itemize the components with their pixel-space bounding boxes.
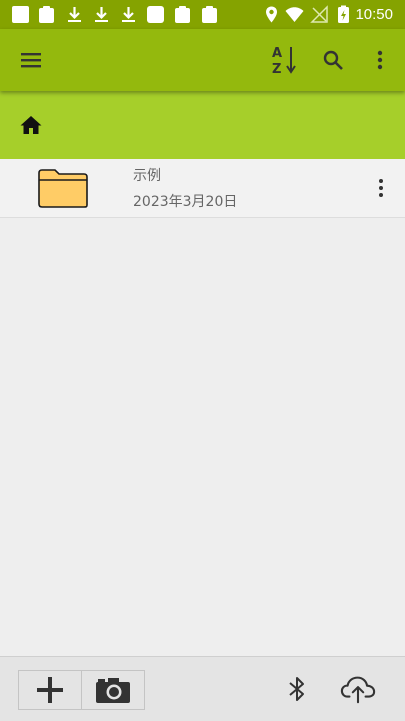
bluetooth-icon — [289, 677, 304, 701]
action-group — [18, 670, 145, 710]
notification-icon — [147, 6, 164, 23]
clipboard-icon — [175, 6, 190, 23]
plus-icon — [37, 677, 63, 703]
sort-letter-z: Z — [272, 62, 281, 76]
list-item-folder[interactable]: 示例 2023年3月20日 — [0, 159, 405, 218]
add-button[interactable] — [19, 671, 81, 709]
bottom-bar — [0, 656, 405, 721]
sort-az-icon: A Z — [272, 46, 296, 76]
battery-charging-icon — [338, 5, 349, 23]
search-icon — [323, 50, 343, 70]
more-vertical-icon — [377, 50, 383, 70]
download-icon — [68, 7, 81, 22]
status-time: 10:50 — [355, 6, 393, 23]
sort-button[interactable]: A Z — [264, 40, 304, 80]
breadcrumb — [0, 91, 405, 159]
camera-button[interactable] — [81, 671, 144, 709]
bluetooth-button[interactable] — [279, 671, 315, 707]
clipboard-icon — [202, 6, 217, 23]
no-sim-icon — [310, 5, 328, 23]
folder-name: 示例 — [133, 168, 161, 184]
cloud-upload-button[interactable] — [340, 671, 376, 707]
item-overflow-button[interactable] — [369, 176, 393, 200]
status-bar: 10:50 — [0, 0, 405, 29]
home-breadcrumb-button[interactable] — [16, 111, 46, 139]
camera-icon — [96, 678, 130, 703]
home-icon — [20, 116, 42, 134]
more-vertical-icon — [379, 179, 383, 197]
location-icon — [266, 6, 277, 23]
sort-letter-a: A — [272, 46, 282, 61]
cloud-upload-icon — [340, 676, 376, 704]
search-button[interactable] — [313, 40, 353, 80]
clipboard-icon — [39, 6, 54, 23]
hamburger-menu-icon — [21, 53, 41, 68]
wifi-icon — [285, 7, 304, 22]
toolbar: A Z — [0, 29, 405, 91]
overflow-menu-button[interactable] — [360, 40, 400, 80]
screen: 10:50 A Z 示例 2023年3月20日 — [0, 0, 405, 721]
download-icon — [95, 7, 108, 22]
download-icon — [122, 7, 135, 22]
folder-icon — [38, 169, 88, 208]
hamburger-menu-button[interactable] — [11, 40, 51, 80]
file-list: 示例 2023年3月20日 — [0, 159, 405, 218]
notification-icon — [12, 6, 29, 23]
folder-date: 2023年3月20日 — [133, 194, 238, 210]
